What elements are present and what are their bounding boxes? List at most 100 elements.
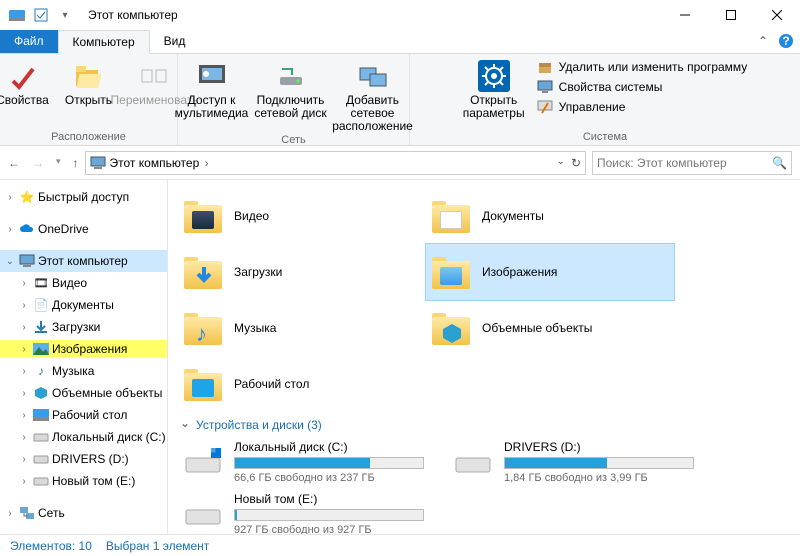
refresh-icon[interactable]: ↻	[571, 156, 581, 170]
cloud-icon	[18, 223, 36, 235]
drive-icon	[452, 440, 494, 482]
tree-music[interactable]: ›♪Музыка	[0, 360, 167, 382]
media-button[interactable]: Доступ к мультимедиа	[175, 56, 249, 120]
sysprops-label: Свойства системы	[559, 80, 663, 94]
qat-dropdown-icon[interactable]: ▾	[54, 4, 76, 26]
tree-onedrive[interactable]: ›OneDrive	[0, 218, 167, 240]
status-count: Элементов: 10	[10, 539, 92, 553]
drive-c[interactable]: Локальный диск (C:) 66,6 ГБ свободно из 2…	[178, 436, 428, 488]
picture-icon	[32, 343, 50, 355]
close-button[interactable]	[754, 0, 800, 30]
download-icon	[32, 320, 50, 334]
tree-3d[interactable]: ›Объемные объекты	[0, 382, 167, 404]
media-label: Доступ к мультимедиа	[175, 94, 249, 120]
nav-tree: ›⭐Быстрый доступ ›OneDrive ⌄Этот компьют…	[0, 180, 168, 534]
box-icon	[537, 59, 553, 75]
manage-button[interactable]: Управление	[533, 98, 752, 116]
settings-label: Открыть параметры	[459, 94, 529, 120]
netdrive-label: Подключить сетевой диск	[253, 94, 329, 120]
music-icon: ♪	[32, 364, 50, 378]
tab-computer[interactable]: Компьютер	[58, 30, 150, 54]
nav-up-icon[interactable]: ↑	[73, 156, 79, 170]
tree-video[interactable]: ›🎞Видео	[0, 272, 167, 294]
status-bar: Элементов: 10 Выбран 1 элемент	[0, 534, 800, 556]
tree-drive-d[interactable]: ›DRIVERS (D:)	[0, 448, 167, 470]
app-icon	[6, 4, 28, 26]
ribbon: Свойства Открыть Переименовать Расположе…	[0, 54, 800, 146]
manage-label: Управление	[559, 100, 626, 114]
group-system-label: Система	[583, 131, 627, 145]
tab-view[interactable]: Вид	[150, 30, 200, 53]
folder-docs[interactable]: Документы	[426, 188, 674, 244]
folder-video[interactable]: Видео	[178, 188, 426, 244]
ribbon-collapse-icon[interactable]: ⌃	[758, 34, 768, 48]
title-bar: ▾ Этот компьютер	[0, 0, 800, 30]
pc-icon	[90, 156, 106, 170]
open-label: Открыть	[65, 94, 112, 107]
tree-docs[interactable]: ›📄Документы	[0, 294, 167, 316]
maximize-button[interactable]	[708, 0, 754, 30]
drive-icon	[182, 440, 224, 482]
desktop-icon	[32, 409, 50, 421]
drive-d[interactable]: DRIVERS (D:) 1,84 ГБ свободно из 3,99 ГБ	[448, 436, 698, 488]
drive-icon	[182, 492, 224, 534]
status-selected: Выбран 1 элемент	[106, 539, 209, 553]
search-box[interactable]: Поиск: Этот компьютер 🔍	[592, 151, 792, 175]
nav-back-icon[interactable]: ←	[8, 156, 20, 170]
netloc-button[interactable]: Добавить сетевое расположение	[333, 56, 413, 134]
tree-downloads[interactable]: ›Загрузки	[0, 316, 167, 338]
folder-desktop[interactable]: Рабочий стол	[178, 356, 426, 412]
drive-icon	[32, 431, 50, 443]
cube-icon	[32, 386, 50, 400]
folder-pictures[interactable]: Изображения	[426, 244, 674, 300]
drive-d-bar	[504, 457, 694, 469]
search-icon[interactable]: 🔍	[772, 156, 787, 170]
breadcrumb[interactable]: Этот компьютер	[110, 156, 209, 170]
tree-pictures[interactable]: ›Изображения	[0, 338, 167, 360]
sysprops-button[interactable]: Свойства системы	[533, 78, 752, 96]
star-icon: ⭐	[18, 190, 36, 204]
drive-d-sub: 1,84 ГБ свободно из 3,99 ГБ	[504, 472, 694, 484]
settings-button[interactable]: Открыть параметры	[459, 56, 529, 120]
drive-d-name: DRIVERS (D:)	[504, 440, 694, 454]
film-icon: 🎞	[32, 276, 50, 290]
section-drives-header[interactable]: Устройства и диски (3)	[178, 412, 790, 436]
drive-e[interactable]: Новый том (E:)927 ГБ свободно из 927 ГБ	[178, 488, 428, 534]
search-placeholder: Поиск: Этот компьютер	[597, 156, 727, 170]
drive-c-sub: 66,6 ГБ свободно из 237 ГБ	[234, 472, 424, 484]
drive-e-name: Новый том (E:)	[234, 492, 424, 506]
network-icon	[18, 506, 36, 520]
tree-network[interactable]: ›Сеть	[0, 502, 167, 524]
qat-properties-icon[interactable]	[30, 4, 52, 26]
tree-desktop[interactable]: ›Рабочий стол	[0, 404, 167, 426]
address-bar-row: ← → ▾ ↑ Этот компьютер ⌄ ↻ Поиск: Этот к…	[0, 146, 800, 180]
netloc-label: Добавить сетевое расположение	[332, 94, 413, 134]
drive-c-bar	[234, 457, 424, 469]
doc-icon: 📄	[32, 298, 50, 312]
uninstall-button[interactable]: Удалить или изменить программу	[533, 58, 752, 76]
properties-button[interactable]: Свойства	[0, 56, 54, 107]
nav-recent-icon[interactable]: ▾	[56, 156, 61, 170]
svg-text:?: ?	[782, 34, 789, 48]
content-pane: Видео Документы Загрузки Изображения ♪Му…	[168, 180, 800, 534]
nav-forward-icon[interactable]: →	[32, 156, 44, 170]
folder-3d[interactable]: Объемные объекты	[426, 300, 674, 356]
monitor-icon	[537, 79, 553, 95]
address-bar[interactable]: Этот компьютер ⌄ ↻	[85, 151, 586, 175]
manage-icon	[537, 99, 553, 115]
tree-drive-e[interactable]: ›Новый том (E:)	[0, 470, 167, 492]
tab-file[interactable]: Файл	[0, 30, 58, 53]
minimize-button[interactable]	[662, 0, 708, 30]
address-dropdown-icon[interactable]: ⌄	[557, 156, 565, 170]
tree-this-pc[interactable]: ⌄Этот компьютер	[0, 250, 167, 272]
drive-e-bar	[234, 509, 424, 521]
folder-downloads[interactable]: Загрузки	[178, 244, 426, 300]
help-icon[interactable]: ?	[778, 33, 794, 49]
drive-c-name: Локальный диск (C:)	[234, 440, 424, 454]
netdrive-button[interactable]: Подключить сетевой диск	[253, 56, 329, 120]
window-title: Этот компьютер	[88, 8, 178, 22]
folder-music[interactable]: ♪Музыка	[178, 300, 426, 356]
tree-quick-access[interactable]: ›⭐Быстрый доступ	[0, 186, 167, 208]
tree-drive-c[interactable]: ›Локальный диск (C:)	[0, 426, 167, 448]
group-location-label: Расположение	[51, 131, 126, 145]
